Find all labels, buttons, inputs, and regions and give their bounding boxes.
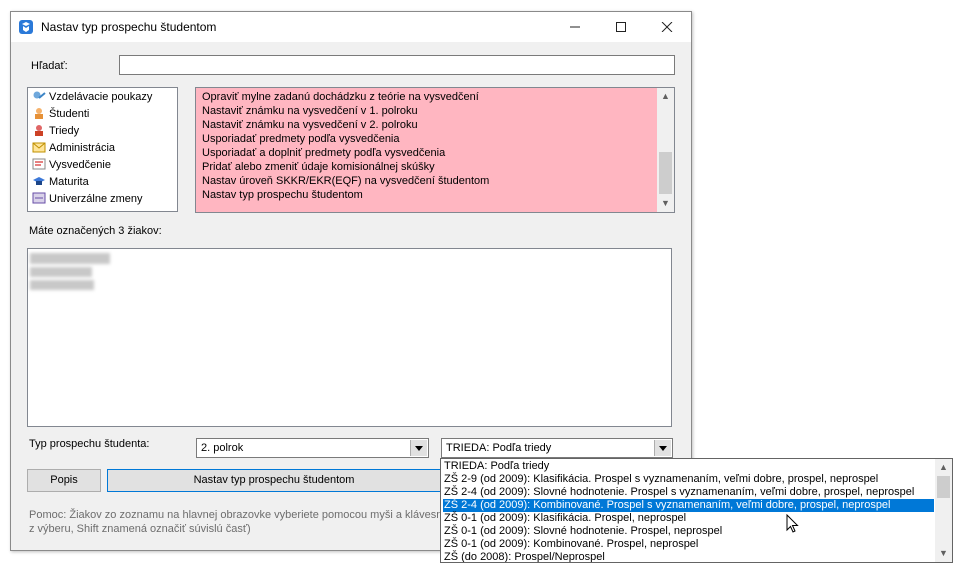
dropdown-option[interactable]: ZŠ 0-1 (od 2009): Kombinované. Prospel, … <box>443 538 934 551</box>
tree-item[interactable]: Vzdelávacie poukazy <box>32 89 152 106</box>
action-list-item[interactable]: Usporiadať a doplniť predmety podľa vysv… <box>202 146 445 160</box>
scroll-up-icon[interactable]: ▲ <box>935 459 952 476</box>
action-list-scrollbar[interactable]: ▲ ▼ <box>657 88 674 212</box>
tree-item[interactable]: Univerzálne zmeny <box>32 191 143 208</box>
envelope-icon <box>32 141 46 153</box>
action-list-item[interactable]: Nastaviť známku na vysvedčení v 1. polro… <box>202 104 418 118</box>
tree-item[interactable]: Maturita <box>32 174 89 191</box>
progress-type-dropdown[interactable]: TRIEDA: Podľa triedy ZŠ 2-9 (od 2009): Kl… <box>440 458 953 563</box>
student-icon <box>32 107 46 120</box>
chevron-down-icon[interactable] <box>410 440 427 456</box>
scroll-up-icon[interactable]: ▲ <box>657 88 674 105</box>
action-list-item[interactable]: Pridať alebo zmeniť údaje komisionálnej … <box>202 160 435 174</box>
class-icon <box>32 124 46 137</box>
scroll-thumb[interactable] <box>937 476 950 498</box>
minimize-icon <box>570 26 580 28</box>
action-list-item[interactable]: Opraviť mylne zadanú dochádzku z teórie … <box>202 90 479 104</box>
scroll-thumb[interactable] <box>659 152 672 194</box>
progress-type-value: TRIEDA: Podľa triedy <box>446 442 552 454</box>
dropdown-option[interactable]: ZŠ 2-4 (od 2009): Slovné hodnotenie. Pro… <box>443 486 934 499</box>
scroll-down-icon[interactable]: ▼ <box>935 545 952 562</box>
tree-item-label: Triedy <box>49 125 80 137</box>
dropdown-option[interactable]: ZŠ 0-1 (od 2009): Slovné hodnotenie. Pro… <box>443 525 934 538</box>
certificate-icon <box>32 158 46 170</box>
redacted-student-name <box>30 253 110 264</box>
selected-students-label: Máte označených 3 žiakov: <box>29 225 162 237</box>
action-list-item[interactable]: Nastav typ prospechu študentom <box>202 188 363 202</box>
title-bar[interactable]: Nastav typ prospechu študentom <box>11 12 691 42</box>
dropdown-option[interactable]: ZŠ 2-9 (od 2009): Klasifikácia. Prospel … <box>443 473 934 486</box>
tree-item-label: Vysvedčenie <box>49 159 111 171</box>
tree-item-label: Vzdelávacie poukazy <box>49 91 153 103</box>
maximize-icon <box>616 22 626 32</box>
help-text-line1: Pomoc: Žiakov zo zoznamu na hlavnej obra… <box>29 509 443 521</box>
tree-item[interactable]: Vysvedčenie <box>32 157 111 174</box>
voucher-icon <box>32 90 46 102</box>
progress-type-select[interactable]: TRIEDA: Podľa triedy <box>441 438 673 458</box>
action-list[interactable]: Opraviť mylne zadanú dochádzku z teórie … <box>195 87 675 213</box>
search-input[interactable] <box>119 55 675 75</box>
graduation-cap-icon <box>32 175 46 187</box>
mouse-cursor-icon <box>786 514 799 533</box>
dropdown-option[interactable]: ZŠ 2-4 (od 2009): Kombinované. Prospel s… <box>443 499 934 512</box>
help-text-line2: z výberu, Shift znamená označiť súvislú … <box>29 523 251 535</box>
dropdown-option[interactable]: TRIEDA: Podľa triedy <box>443 460 934 473</box>
dropdown-scrollbar[interactable]: ▲ ▼ <box>935 459 952 562</box>
tree-item-label: Študenti <box>49 108 90 120</box>
dropdown-option[interactable]: ZŠ 0-1 (od 2009): Klasifikácia. Prospel,… <box>443 512 934 525</box>
category-tree[interactable]: Vzdelávacie poukazy Študenti Triedy Adminis… <box>27 87 178 212</box>
selected-students-list[interactable] <box>27 248 672 427</box>
dropdown-option[interactable]: ZŠ (do 2008): Prospel/Neprospel <box>443 551 934 562</box>
action-list-item[interactable]: Nastav úroveň SKKR/EKR(EQF) na vysvedčen… <box>202 174 489 188</box>
term-select[interactable]: 2. polrok <box>196 438 429 458</box>
apply-button[interactable]: Nastav typ prospechu študentom <box>107 469 441 492</box>
chevron-down-icon[interactable] <box>654 440 671 456</box>
close-icon <box>661 21 673 33</box>
tree-item[interactable]: Administrácia <box>32 140 115 157</box>
search-label: Hľadať: <box>31 60 68 72</box>
minimize-button[interactable] <box>552 12 598 42</box>
tree-item[interactable]: Triedy <box>32 123 79 140</box>
scroll-down-icon[interactable]: ▼ <box>657 195 674 212</box>
app-icon <box>19 20 33 34</box>
window-title: Nastav typ prospechu študentom <box>41 20 217 34</box>
term-select-value: 2. polrok <box>201 442 244 454</box>
close-button[interactable] <box>644 12 690 42</box>
action-list-item[interactable]: Nastaviť známku na vysvedčení v 2. polro… <box>202 118 418 132</box>
tree-item[interactable]: Študenti <box>32 106 89 123</box>
tree-item-label: Administrácia <box>49 142 116 154</box>
universal-changes-icon <box>32 192 46 204</box>
redacted-student-name <box>30 280 94 290</box>
type-label: Typ prospechu študenta: <box>29 438 150 450</box>
redacted-student-name <box>30 267 92 277</box>
maximize-button[interactable] <box>598 12 644 42</box>
describe-button[interactable]: Popis <box>27 469 101 492</box>
tree-item-label: Univerzálne zmeny <box>49 193 143 205</box>
tree-item-label: Maturita <box>49 176 89 188</box>
action-list-item[interactable]: Usporiadať predmety podľa vysvedčenia <box>202 132 400 146</box>
